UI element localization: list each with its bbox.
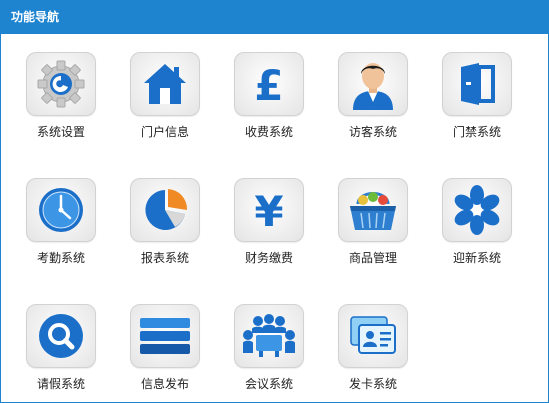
nav-item-system-settings[interactable]: 系统设置 bbox=[21, 52, 101, 140]
nav-item-label: 门户信息 bbox=[140, 125, 189, 139]
flower-icon bbox=[454, 185, 500, 235]
nav-item-reports[interactable]: 报表系统 bbox=[125, 178, 205, 266]
meeting-icon bbox=[243, 314, 295, 357]
svg-text:£: £ bbox=[254, 61, 283, 107]
nav-item-card-issuing[interactable]: 发卡系统 bbox=[333, 304, 413, 392]
svg-text:¥: ¥ bbox=[254, 187, 283, 233]
nav-tile bbox=[338, 52, 408, 116]
nav-tile bbox=[26, 304, 96, 368]
clock-icon bbox=[39, 188, 83, 232]
nav-tile bbox=[130, 52, 200, 116]
nav-item-label: 访客系统 bbox=[348, 125, 397, 139]
nav-item-freshman-welcome[interactable]: 迎新系统 bbox=[437, 178, 517, 266]
function-nav-panel: 功能导航 系统设置 门户信息 £ 收费系统 访客系统 门禁系统 考勤系统 报表系… bbox=[0, 0, 549, 403]
nav-item-label: 报表系统 bbox=[140, 251, 189, 265]
nav-tile bbox=[338, 304, 408, 368]
nav-item-label: 发卡系统 bbox=[348, 377, 397, 391]
nav-item-meeting[interactable]: 会议系统 bbox=[229, 304, 309, 392]
nav-item-visitor[interactable]: 访客系统 bbox=[333, 52, 413, 140]
nav-item-label: 迎新系统 bbox=[452, 251, 501, 265]
gear-icon bbox=[37, 60, 85, 108]
nav-item-info-publish[interactable]: 信息发布 bbox=[125, 304, 205, 392]
nav-item-portal-info[interactable]: 门户信息 bbox=[125, 52, 205, 140]
nav-tile bbox=[130, 178, 200, 242]
nav-item-access-control[interactable]: 门禁系统 bbox=[437, 52, 517, 140]
home-icon bbox=[144, 64, 186, 104]
nav-tile bbox=[130, 304, 200, 368]
nav-item-billing[interactable]: £ 收费系统 bbox=[229, 52, 309, 140]
nav-tile bbox=[338, 178, 408, 242]
nav-tile bbox=[442, 52, 512, 116]
nav-tile: ¥ bbox=[234, 178, 304, 242]
door-icon bbox=[461, 63, 495, 105]
nav-tile bbox=[442, 178, 512, 242]
nav-item-label: 会议系统 bbox=[244, 377, 293, 391]
stacked-bars-icon bbox=[140, 318, 190, 354]
nav-item-label: 财务缴费 bbox=[244, 251, 293, 265]
nav-tile: £ bbox=[234, 52, 304, 116]
nav-item-finance-payment[interactable]: ¥ 财务缴费 bbox=[229, 178, 309, 266]
nav-item-label: 商品管理 bbox=[348, 251, 397, 265]
nav-item-label: 考勤系统 bbox=[36, 251, 85, 265]
nav-item-label: 门禁系统 bbox=[452, 125, 501, 139]
nav-item-label: 信息发布 bbox=[140, 377, 189, 391]
nav-item-label: 请假系统 bbox=[36, 377, 85, 391]
yen-icon: ¥ bbox=[254, 187, 283, 233]
nav-item-leave[interactable]: 请假系统 bbox=[21, 304, 101, 392]
search-icon bbox=[39, 314, 83, 358]
nav-tile bbox=[26, 52, 96, 116]
nav-tile bbox=[234, 304, 304, 368]
panel-title: 功能导航 bbox=[11, 10, 60, 24]
nav-item-label: 系统设置 bbox=[36, 125, 85, 139]
id-card-icon bbox=[350, 316, 396, 354]
shopping-basket-icon bbox=[350, 192, 396, 230]
pound-icon: £ bbox=[254, 61, 283, 107]
nav-item-label: 收费系统 bbox=[244, 125, 293, 139]
pie-chart-icon bbox=[145, 189, 188, 230]
nav-tile bbox=[26, 178, 96, 242]
nav-item-product-management[interactable]: 商品管理 bbox=[333, 178, 413, 266]
nav-item-attendance[interactable]: 考勤系统 bbox=[21, 178, 101, 266]
visitor-person-icon bbox=[353, 63, 393, 110]
panel-header: 功能导航 bbox=[1, 1, 548, 34]
